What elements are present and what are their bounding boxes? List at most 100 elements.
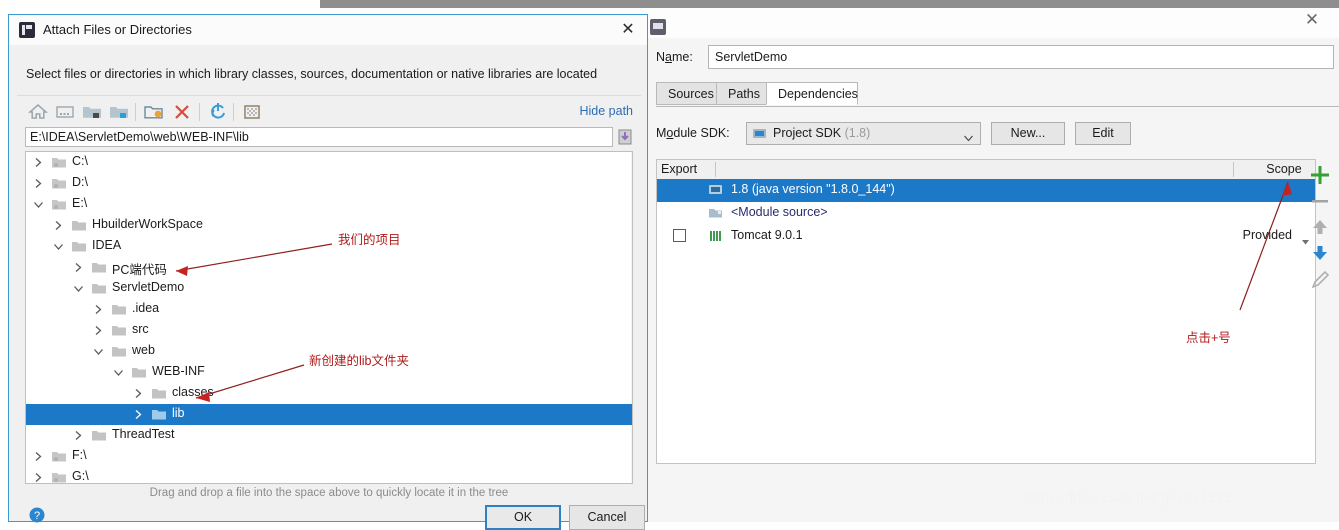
watermark: https://blog.csdn.net/jjes9x1232 (1024, 490, 1232, 506)
tab-dependencies[interactable]: Dependencies (766, 82, 858, 105)
paste-icon[interactable] (617, 128, 633, 146)
tree-row-label: PC端代码 (112, 263, 167, 277)
chevron-right-icon[interactable] (53, 220, 64, 231)
hide-path-link[interactable]: Hide path (579, 104, 633, 118)
tree-row-label: C:\ (72, 154, 88, 168)
module-source-icon (709, 206, 724, 220)
chevron-down-icon[interactable] (113, 367, 124, 378)
new-folder-icon[interactable] (141, 99, 167, 125)
module-name-label: Name: (656, 50, 693, 64)
delete-icon[interactable] (169, 99, 195, 125)
chevron-right-icon[interactable] (93, 325, 104, 336)
tree-row-label: .idea (132, 301, 160, 315)
folder-icon (112, 345, 127, 358)
table-row[interactable]: 1.8 (java version "1.8.0_144") (657, 179, 1315, 202)
close-icon[interactable]: ✕ (615, 18, 641, 42)
svg-text:?: ? (34, 510, 40, 522)
chevron-right-icon[interactable] (133, 409, 144, 420)
toolbar-divider (233, 103, 234, 121)
chevron-down-icon[interactable] (93, 346, 104, 357)
tree-row-classes[interactable]: classes (26, 383, 632, 404)
folder-icon (112, 324, 127, 337)
tree-row-label: HbuilderWorkSpace (92, 217, 203, 231)
module-name-input[interactable] (708, 45, 1334, 69)
chevron-down-icon[interactable] (33, 199, 44, 210)
minus-icon[interactable] (1306, 187, 1334, 215)
edit-sdk-button[interactable]: Edit (1075, 122, 1131, 145)
tree-row-pc-code[interactable]: PC端代码 (26, 257, 632, 278)
dialog-description: Select files or directories in which lib… (26, 67, 598, 81)
tree-row-label: WEB-INF (152, 364, 205, 378)
toolbar-divider (135, 103, 136, 121)
tree-row-e-drive[interactable]: E:\ (26, 194, 632, 215)
drive-icon (52, 177, 67, 190)
drag-and-drop-hint: Drag and drop a file into the space abov… (149, 487, 509, 499)
tab-paths[interactable]: Paths (716, 82, 767, 105)
tree-row-label: classes (172, 385, 214, 399)
dependencies-table: Export Scope 1.8 (java version "1.8.0_14… (656, 159, 1316, 464)
tree-row-lib[interactable]: lib (26, 404, 632, 425)
file-chooser-toolbar: Hide path (25, 99, 633, 125)
toolbar-divider (199, 103, 200, 121)
tree-row-hbuilderworkspace[interactable]: HbuilderWorkSpace (26, 215, 632, 236)
tree-row-src[interactable]: src (26, 320, 632, 341)
chevron-right-icon[interactable] (73, 262, 84, 273)
pencil-icon[interactable] (1306, 267, 1334, 295)
tree-row-threadtest[interactable]: ThreadTest (26, 425, 632, 446)
tree-row-c-drive[interactable]: C:\ (26, 152, 632, 173)
sdk-icon (709, 183, 724, 197)
file-tree[interactable]: C:\ D:\ E:\ HbuilderWorkSpace IDEA PC端代码 (25, 151, 633, 484)
folder-icon (112, 303, 127, 316)
dependency-scope[interactable]: Provided (1197, 228, 1292, 242)
module-sdk-value: Project SDK (1.8) (773, 126, 871, 140)
chevron-right-icon[interactable] (93, 304, 104, 315)
tree-row-label: web (132, 343, 155, 357)
tab-sources[interactable]: Sources (656, 82, 717, 105)
chevron-right-icon[interactable] (73, 430, 84, 441)
table-row[interactable]: <Module source> (657, 202, 1315, 225)
dependencies-toolbar (1306, 159, 1336, 339)
plus-icon[interactable] (1306, 161, 1334, 189)
path-input[interactable] (25, 127, 613, 147)
export-checkbox[interactable] (673, 229, 686, 242)
arrow-down-icon[interactable] (1306, 239, 1334, 267)
table-row[interactable]: Tomcat 9.0.1 Provided (657, 225, 1315, 248)
arrow-up-icon[interactable] (1306, 213, 1334, 241)
dependency-name: Tomcat 9.0.1 (731, 228, 803, 242)
cancel-button[interactable]: Cancel (569, 505, 645, 530)
divider (17, 95, 641, 96)
show-hidden-files-icon[interactable] (239, 99, 265, 125)
chevron-right-icon[interactable] (33, 451, 44, 462)
chevron-right-icon[interactable] (33, 472, 44, 483)
tree-row-d-drive[interactable]: D:\ (26, 173, 632, 194)
column-header-export[interactable]: Export (661, 160, 697, 179)
tree-row-f-drive[interactable]: F:\ (26, 446, 632, 467)
refresh-icon[interactable] (205, 99, 231, 125)
tree-row-idea-config[interactable]: .idea (26, 299, 632, 320)
tree-row-servletdemo[interactable]: ServletDemo (26, 278, 632, 299)
tree-row-idea[interactable]: IDEA (26, 236, 632, 257)
home-icon[interactable] (25, 99, 51, 125)
tree-row-label: ThreadTest (112, 427, 175, 441)
dependencies-table-header: Export Scope (657, 160, 1315, 180)
chevron-right-icon[interactable] (133, 388, 144, 399)
ok-button[interactable]: OK (485, 505, 561, 530)
column-divider (715, 162, 716, 177)
folder-icon (72, 240, 87, 253)
project-folder-icon[interactable] (79, 99, 105, 125)
chevron-down-icon[interactable] (53, 241, 64, 252)
module-folder-icon[interactable] (106, 99, 132, 125)
desktop-icon[interactable] (52, 99, 78, 125)
close-icon[interactable]: ✕ (1297, 6, 1327, 34)
annotation-our-project: 我们的项目 (338, 233, 401, 247)
tree-row-g-drive[interactable]: G:\ (26, 467, 632, 483)
module-sdk-combobox[interactable]: Project SDK (1.8) (746, 122, 981, 145)
help-icon[interactable]: ? (29, 507, 45, 523)
module-name-row: Name: (656, 45, 1334, 71)
chevron-right-icon[interactable] (33, 157, 44, 168)
chevron-right-icon[interactable] (33, 178, 44, 189)
chevron-down-icon[interactable] (73, 283, 84, 294)
new-sdk-button[interactable]: New... (991, 122, 1065, 145)
tree-row-label: IDEA (92, 238, 122, 252)
tree-row-label: lib (172, 406, 185, 420)
